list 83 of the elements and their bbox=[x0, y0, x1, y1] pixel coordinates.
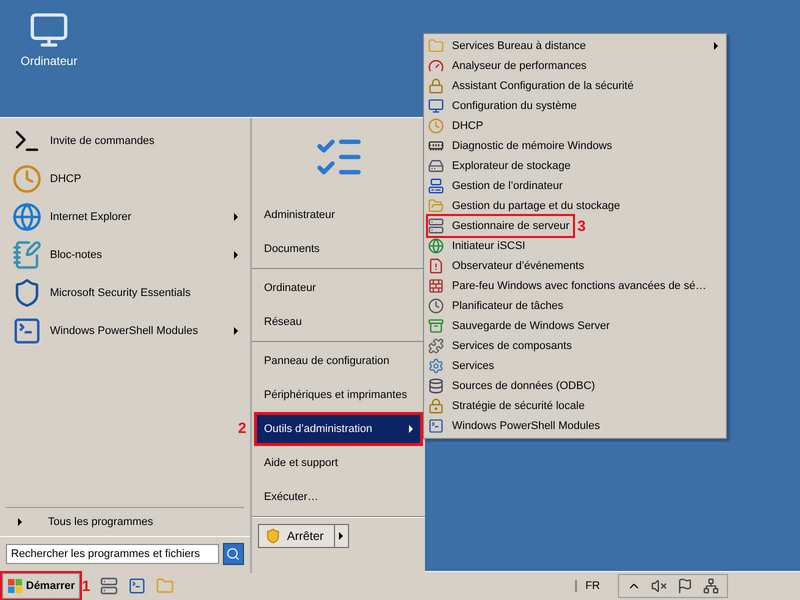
submenu-arrow-icon bbox=[409, 425, 413, 433]
search-field[interactable]: Rechercher les programmes et fichiers bbox=[6, 544, 219, 564]
menu-item[interactable]: Périphériques et imprimantes bbox=[254, 378, 423, 412]
menu-item[interactable]: Analyseur de performances bbox=[428, 56, 591, 76]
menu-item[interactable]: Windows PowerShell Modules bbox=[50, 325, 226, 337]
submenu-arrow-icon bbox=[714, 42, 718, 50]
menu-item[interactable]: Sources de données (ODBC) bbox=[428, 376, 600, 396]
server-icon[interactable] bbox=[100, 577, 118, 595]
drive-icon bbox=[428, 158, 444, 174]
all-programs-link[interactable]: Tous les programmes bbox=[48, 516, 154, 528]
menu-item[interactable]: Internet Explorer bbox=[50, 211, 226, 223]
start-button[interactable]: Démarrer bbox=[2, 573, 80, 599]
menu-item[interactable]: Diagnostic de mémoire Windows bbox=[428, 136, 616, 156]
submenu-arrow-icon bbox=[234, 251, 238, 259]
language-indicator[interactable]: FR bbox=[575, 580, 608, 592]
menu-item[interactable]: Panneau de configuration bbox=[254, 344, 423, 378]
menu-item[interactable]: Ordinateur bbox=[254, 271, 423, 305]
clock-icon bbox=[428, 118, 444, 134]
menu-item[interactable]: Gestion du partage et du stockage bbox=[428, 196, 624, 216]
terminal-icon[interactable] bbox=[128, 577, 146, 595]
step-number: 2 bbox=[238, 420, 246, 437]
submenu-arrow-icon bbox=[234, 327, 238, 335]
folder-icon bbox=[428, 38, 444, 54]
menu-item[interactable]: Observateur d’événements bbox=[428, 256, 588, 276]
notepad-icon bbox=[12, 240, 42, 270]
menu-item[interactable]: Explorateur de stockage bbox=[428, 156, 575, 176]
gauge-icon bbox=[428, 58, 444, 74]
menu-item[interactable]: Windows PowerShell Modules bbox=[428, 416, 604, 436]
step-number: 3 bbox=[577, 218, 586, 234]
menu-item[interactable]: Assistant Configuration de la sécurité bbox=[428, 76, 638, 96]
menu-item[interactable]: Stratégie de sécurité locale bbox=[428, 396, 589, 416]
network-icon[interactable] bbox=[703, 578, 719, 594]
puzzle-icon bbox=[428, 338, 444, 354]
shield-icon bbox=[265, 528, 281, 544]
lock-icon bbox=[428, 398, 444, 414]
shutdown-options-button[interactable] bbox=[334, 524, 349, 548]
database-icon bbox=[428, 378, 444, 394]
menu-item[interactable]: Gestion de l’ordinateur bbox=[428, 176, 567, 196]
menu-item[interactable]: DHCP bbox=[428, 116, 488, 136]
monitor-icon bbox=[428, 98, 444, 114]
shutdown-button[interactable]: Arrêter bbox=[258, 524, 335, 548]
clock-icon bbox=[428, 298, 444, 314]
globe-icon bbox=[12, 202, 42, 232]
menu-item[interactable]: Services de composants bbox=[428, 336, 576, 356]
menu-item[interactable]: Réseau bbox=[254, 305, 423, 339]
gear-icon bbox=[428, 358, 444, 374]
menu-item[interactable]: DHCP bbox=[50, 173, 238, 185]
terminal-icon bbox=[428, 418, 444, 434]
search-button[interactable] bbox=[222, 543, 244, 565]
computer-icon bbox=[428, 178, 444, 194]
submenu-arrow-icon bbox=[18, 518, 22, 526]
menu-item[interactable]: Exécuter… bbox=[254, 480, 423, 514]
warning-file-icon bbox=[428, 258, 444, 274]
terminal-icon bbox=[12, 316, 42, 346]
menu-item[interactable]: Initiateur iSCSI bbox=[428, 236, 530, 256]
muted-speaker-icon[interactable] bbox=[651, 578, 667, 594]
globe-icon bbox=[428, 238, 444, 254]
menu-item[interactable]: Planificateur de tâches bbox=[428, 296, 568, 316]
menu-item[interactable]: Bloc-notes bbox=[50, 249, 226, 261]
menu-item[interactable]: Microsoft Security Essentials bbox=[50, 287, 238, 299]
menu-item[interactable]: Gestionnaire de serveur bbox=[428, 216, 574, 236]
menu-item[interactable]: Documents bbox=[254, 232, 423, 266]
server-icon bbox=[428, 218, 444, 234]
wall-icon bbox=[428, 278, 444, 294]
clock-icon bbox=[12, 164, 42, 194]
windows-logo-icon bbox=[7, 578, 23, 594]
menu-item[interactable]: Pare-feu Windows avec fonctions avancées de sé… bbox=[428, 276, 710, 296]
archive-icon bbox=[428, 318, 444, 334]
desktop-icon-label[interactable]: Ordinateur bbox=[20, 54, 78, 68]
menu-item[interactable]: Invite de commandes bbox=[50, 135, 238, 147]
step-number: 1 bbox=[82, 578, 90, 594]
submenu-arrow-icon bbox=[234, 213, 238, 221]
menu-item[interactable]: Services bbox=[428, 356, 498, 376]
menu-item[interactable]: Administrateur bbox=[254, 198, 423, 232]
menu-item[interactable]: Outils d’administration bbox=[254, 412, 423, 446]
menu-item[interactable]: Aide et support bbox=[254, 446, 423, 480]
folder-icon bbox=[428, 198, 444, 214]
lock-icon bbox=[428, 78, 444, 94]
menu-item[interactable]: Services Bureau à distance bbox=[428, 36, 590, 56]
menu-item[interactable]: Configuration du système bbox=[428, 96, 581, 116]
search-icon bbox=[226, 547, 240, 561]
flag-icon[interactable] bbox=[677, 578, 693, 594]
menu-item[interactable]: Sauvegarde de Windows Server bbox=[428, 316, 614, 336]
